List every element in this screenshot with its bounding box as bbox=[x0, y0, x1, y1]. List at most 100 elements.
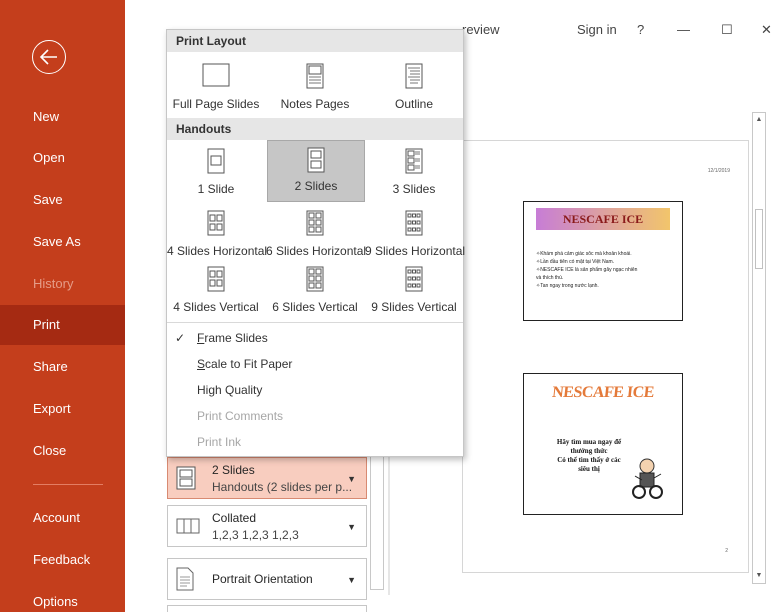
sidebar-item-options[interactable]: Options bbox=[0, 582, 125, 612]
handout-9-vertical-icon bbox=[405, 266, 423, 292]
sidebar-item-print[interactable]: Print bbox=[0, 305, 125, 345]
handout-2-slides-icon bbox=[307, 147, 325, 173]
high-quality-option[interactable]: High Quality bbox=[197, 383, 262, 397]
minimize-button[interactable]: — bbox=[677, 22, 690, 37]
handout-4-slides-vertical[interactable]: 4 Slides Vertical bbox=[167, 260, 265, 322]
slide1-bullet: ✧Lần đầu tiên có mặt tại Việt Nam. bbox=[536, 259, 615, 265]
close-window-button[interactable]: ✕ bbox=[761, 22, 772, 38]
handout-6-slides-vertical[interactable]: 6 Slides Vertical bbox=[266, 260, 364, 322]
slide1-bullet: ✧Tan ngay trong nước lạnh. bbox=[536, 283, 599, 289]
preview-scrollbar[interactable]: ▲ ▼ bbox=[752, 112, 766, 584]
chevron-down-icon: ▼ bbox=[347, 474, 356, 484]
print-ink-option: Print Ink bbox=[197, 435, 242, 449]
handout-label: 2 Slides bbox=[294, 179, 338, 193]
maximize-button[interactable]: ☐ bbox=[721, 22, 733, 38]
full-page-slide-icon bbox=[202, 63, 230, 87]
sign-in-link[interactable]: Sign in bbox=[577, 22, 617, 37]
scale-to-fit-accelerator: S bbox=[197, 357, 206, 371]
page-number: 2 bbox=[725, 548, 728, 554]
slide2-line: Hãy tìm mua ngay để bbox=[556, 438, 622, 446]
collation-select[interactable]: Collated 1,2,3 1,2,3 1,2,3 ▼ bbox=[167, 505, 367, 547]
mascot-image bbox=[632, 458, 663, 499]
sidebar-item-history: History bbox=[33, 276, 74, 291]
slide1-bullets: ✧Khám phá cảm giác sôc mà khoản khoái. ✧… bbox=[536, 250, 637, 290]
document-title: review bbox=[462, 22, 500, 37]
sidebar-item-account[interactable]: Account bbox=[0, 498, 125, 538]
orientation-select[interactable]: Portrait Orientation ▼ bbox=[167, 558, 367, 600]
handout-label: 9 Slides Vertical bbox=[371, 300, 457, 314]
print-preview-page: 12/1/2019 NESCAFE ICE ✧Khám phá cảm giác… bbox=[462, 140, 749, 573]
notes-pages-icon bbox=[306, 63, 324, 89]
layout-label: Outline bbox=[394, 97, 434, 111]
layout-outline[interactable]: Outline bbox=[365, 57, 463, 119]
handout-9-horizontal-icon bbox=[405, 210, 423, 236]
help-button[interactable]: ? bbox=[637, 22, 644, 37]
handout-1-slide[interactable]: 1 Slide bbox=[167, 142, 265, 204]
handout-4-vertical-icon bbox=[207, 266, 225, 292]
handout-6-horizontal-icon bbox=[306, 210, 324, 236]
handout-4-horizontal-icon bbox=[207, 210, 225, 236]
sidebar-item-open[interactable]: Open bbox=[0, 138, 125, 178]
sidebar-item-close[interactable]: Close bbox=[0, 431, 125, 471]
orientation-label: Portrait Orientation bbox=[212, 572, 313, 586]
handout-label: 4 Slides Vertical bbox=[173, 300, 259, 314]
sidebar-item-new[interactable]: New bbox=[0, 97, 125, 137]
slide1-bullet: và thích thú. bbox=[536, 275, 564, 281]
layout-full-page-slides[interactable]: Full Page Slides bbox=[167, 57, 265, 119]
back-arrow-button[interactable] bbox=[32, 40, 66, 74]
slide1-title-box: NESCAFE ICE bbox=[536, 208, 670, 230]
preview-slide-2: NESCAFE ICE Hãy tìm mua ngay để thưởng t… bbox=[523, 373, 683, 515]
handout-2-slides[interactable]: 2 Slides bbox=[267, 140, 365, 202]
handout-4-slides-horizontal[interactable]: 4 Slides Horizontal bbox=[167, 204, 268, 266]
slide1-bullet: ✧Khám phá cảm giác sôc mà khoản khoái. bbox=[536, 251, 632, 257]
layout-label: Notes Pages bbox=[280, 97, 350, 111]
backstage-sidebar: New Open Save Save As History Print Shar… bbox=[0, 0, 125, 612]
print-comments-option: Print Comments bbox=[197, 409, 284, 423]
next-setting-row[interactable] bbox=[167, 605, 367, 612]
layout-notes-pages[interactable]: Notes Pages bbox=[266, 57, 364, 119]
frame-slides-option[interactable]: Frame Slides bbox=[197, 331, 268, 345]
settings-scrollbar[interactable] bbox=[370, 440, 384, 590]
handout-label: 9 Slides Horizontal bbox=[365, 244, 466, 258]
frame-slides-label: rame Slides bbox=[204, 331, 268, 345]
slide2-line: thưởng thức bbox=[570, 447, 608, 455]
checkmark-icon: ✓ bbox=[175, 331, 186, 345]
sidebar-item-share[interactable]: Share bbox=[0, 347, 125, 387]
print-layout-header: Print Layout bbox=[167, 30, 463, 52]
slide1-bullet: ✧NESCAFE ICE là sản phẩm gây ngạc nhiên bbox=[536, 267, 638, 273]
sidebar-divider bbox=[33, 484, 103, 485]
handout-label: 3 Slides bbox=[392, 182, 436, 196]
handout-3-slides-icon bbox=[405, 148, 423, 174]
chevron-down-icon: ▼ bbox=[347, 522, 356, 532]
handout-6-vertical-icon bbox=[306, 266, 324, 292]
header-date: 12/1/2019 bbox=[707, 168, 730, 174]
portrait-page-icon bbox=[176, 567, 194, 591]
scroll-thumb[interactable] bbox=[755, 209, 763, 269]
slide2-text: Hãy tìm mua ngay để thưởng thức Có thể t… bbox=[534, 438, 644, 474]
handout-9-slides-horizontal[interactable]: 9 Slides Horizontal bbox=[365, 204, 466, 266]
menu-separator bbox=[167, 322, 463, 323]
handout-label: 4 Slides Horizontal bbox=[167, 244, 268, 258]
handout-layout-icon bbox=[176, 466, 196, 490]
preview-slide-1: NESCAFE ICE ✧Khám phá cảm giác sôc mà kh… bbox=[523, 201, 683, 321]
collated-pages-icon bbox=[176, 518, 200, 534]
scale-to-fit-option[interactable]: Scale to Fit Paper bbox=[197, 357, 292, 371]
handout-9-slides-vertical[interactable]: 9 Slides Vertical bbox=[365, 260, 463, 322]
collated-order: 1,2,3 1,2,3 1,2,3 bbox=[212, 528, 299, 542]
sidebar-item-save-as[interactable]: Save As bbox=[0, 222, 125, 262]
sidebar-item-save[interactable]: Save bbox=[0, 180, 125, 220]
print-layout-dropdown: Print Layout Full Page Slides Notes Page… bbox=[166, 29, 466, 457]
scroll-up-icon[interactable]: ▲ bbox=[755, 116, 763, 124]
handouts-layout-select[interactable]: 2 Slides Handouts (2 slides per p... ▼ bbox=[167, 457, 367, 499]
slide2-line: Có thể tìm thấy ở các bbox=[557, 456, 621, 464]
handout-6-slides-horizontal[interactable]: 6 Slides Horizontal bbox=[266, 204, 366, 266]
handout-1-slide-icon bbox=[207, 148, 225, 174]
handout-3-slides[interactable]: 3 Slides bbox=[365, 142, 463, 204]
handouts-selected-label: 2 Slides bbox=[212, 463, 255, 477]
slide2-wordart: NESCAFE ICE bbox=[551, 384, 655, 401]
sidebar-item-feedback[interactable]: Feedback bbox=[0, 540, 125, 580]
handout-label: 6 Slides Vertical bbox=[272, 300, 358, 314]
sidebar-item-export[interactable]: Export bbox=[0, 389, 125, 429]
scroll-down-icon[interactable]: ▼ bbox=[755, 572, 763, 580]
back-arrow-icon bbox=[39, 49, 57, 65]
